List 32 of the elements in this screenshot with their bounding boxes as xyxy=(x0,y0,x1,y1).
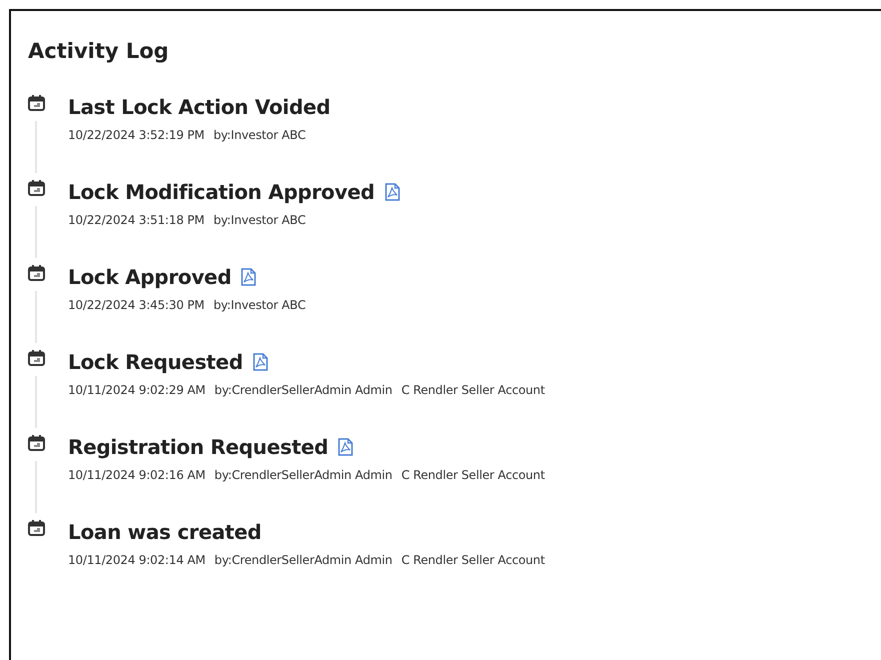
entry-title: Lock Requested xyxy=(68,350,243,374)
entry-meta: by:CrendlerSellerAdmin Admin xyxy=(214,468,392,482)
entry-meta: 10/22/2024 3:45:30 PM xyxy=(68,298,204,312)
entry-meta: C Rendler Seller Account xyxy=(401,553,545,567)
entry-meta: 10/22/2024 3:51:18 PM xyxy=(68,213,204,227)
entry-title: Lock Approved xyxy=(68,265,232,289)
entry-meta: 10/11/2024 9:02:29 AM xyxy=(68,383,206,397)
entry-title: Registration Requested xyxy=(68,435,328,459)
entry-meta: by:CrendlerSellerAdmin Admin xyxy=(214,553,392,567)
pdf-icon[interactable] xyxy=(384,183,400,201)
entry-meta: 10/22/2024 3:52:19 PM xyxy=(68,128,204,142)
entry-meta: C Rendler Seller Account xyxy=(401,468,545,482)
entry-title: Loan was created xyxy=(68,520,262,544)
calendar-icon xyxy=(28,520,45,536)
entry-meta: 10/11/2024 9:02:16 AM xyxy=(68,468,206,482)
calendar-icon xyxy=(28,180,45,196)
calendar-icon xyxy=(28,265,45,281)
pdf-icon[interactable] xyxy=(252,353,268,371)
entry-title: Lock Modification Approved xyxy=(68,180,375,204)
entry-meta: C Rendler Seller Account xyxy=(401,383,545,397)
log-title: Activity Log xyxy=(28,38,169,65)
pdf-icon[interactable] xyxy=(241,268,256,286)
calendar-icon xyxy=(28,435,45,451)
entry-meta: by:Investor ABC xyxy=(213,128,306,142)
entry-meta: by:Investor ABC xyxy=(213,298,306,312)
entry-title: Last Lock Action Voided xyxy=(68,95,330,119)
pdf-icon[interactable] xyxy=(338,438,354,456)
calendar-icon xyxy=(28,350,45,366)
entry-meta: 10/11/2024 9:02:14 AM xyxy=(68,553,206,567)
entry-meta: by:Investor ABC xyxy=(213,213,306,227)
calendar-icon xyxy=(28,95,45,111)
entry-meta: by:CrendlerSellerAdmin Admin xyxy=(214,383,392,397)
